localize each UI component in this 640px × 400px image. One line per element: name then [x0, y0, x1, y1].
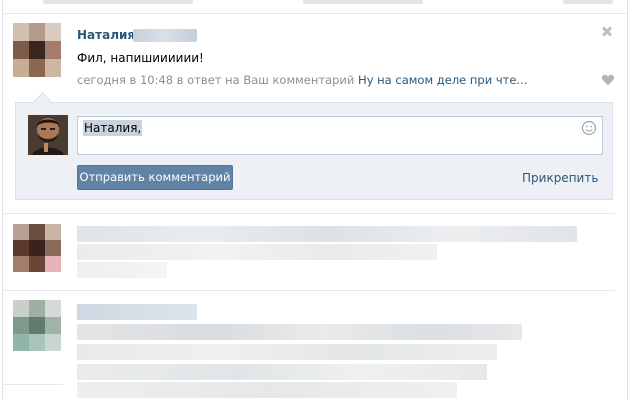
- reply-prefix: в ответ на Ваш комментарий: [176, 73, 355, 87]
- commenter-avatar[interactable]: [13, 23, 61, 77]
- divider: [3, 290, 615, 291]
- divider: [3, 213, 615, 214]
- blurred-text: [77, 262, 167, 278]
- my-avatar[interactable]: [28, 115, 68, 155]
- comment-author[interactable]: Наталия: [77, 28, 135, 42]
- heart-icon[interactable]: [601, 73, 615, 87]
- smiley-icon[interactable]: [581, 120, 597, 136]
- comment-meta: сегодня в 10:48 в ответ на Ваш комментар…: [77, 73, 527, 87]
- divider: [3, 384, 63, 385]
- close-icon[interactable]: ✖: [600, 24, 614, 40]
- blurred-text: [77, 244, 437, 260]
- divider: [3, 13, 627, 14]
- attach-link[interactable]: Прикрепить: [522, 171, 598, 185]
- blurred-text: [77, 344, 497, 360]
- comment-time[interactable]: сегодня в 10:48: [77, 73, 173, 87]
- blurred-text: [77, 324, 522, 340]
- author-lastname-blurred: [133, 29, 197, 42]
- send-comment-button[interactable]: Отправить комментарий: [77, 165, 233, 190]
- blurred-text: [77, 226, 577, 242]
- comment-text: Фил, напишииииии!: [77, 51, 204, 65]
- previous-item-blurred: [3, 0, 627, 10]
- blurred-text: [77, 304, 197, 320]
- blurred-text: [77, 382, 457, 398]
- reply-link[interactable]: Ну на самом деле при чте...: [358, 73, 527, 87]
- blurred-avatar: [13, 224, 61, 272]
- blurred-text: [77, 364, 487, 380]
- reply-input[interactable]: Наталия,: [77, 116, 603, 155]
- reply-input-value: Наталия,: [83, 120, 143, 136]
- blurred-avatar: [13, 300, 61, 352]
